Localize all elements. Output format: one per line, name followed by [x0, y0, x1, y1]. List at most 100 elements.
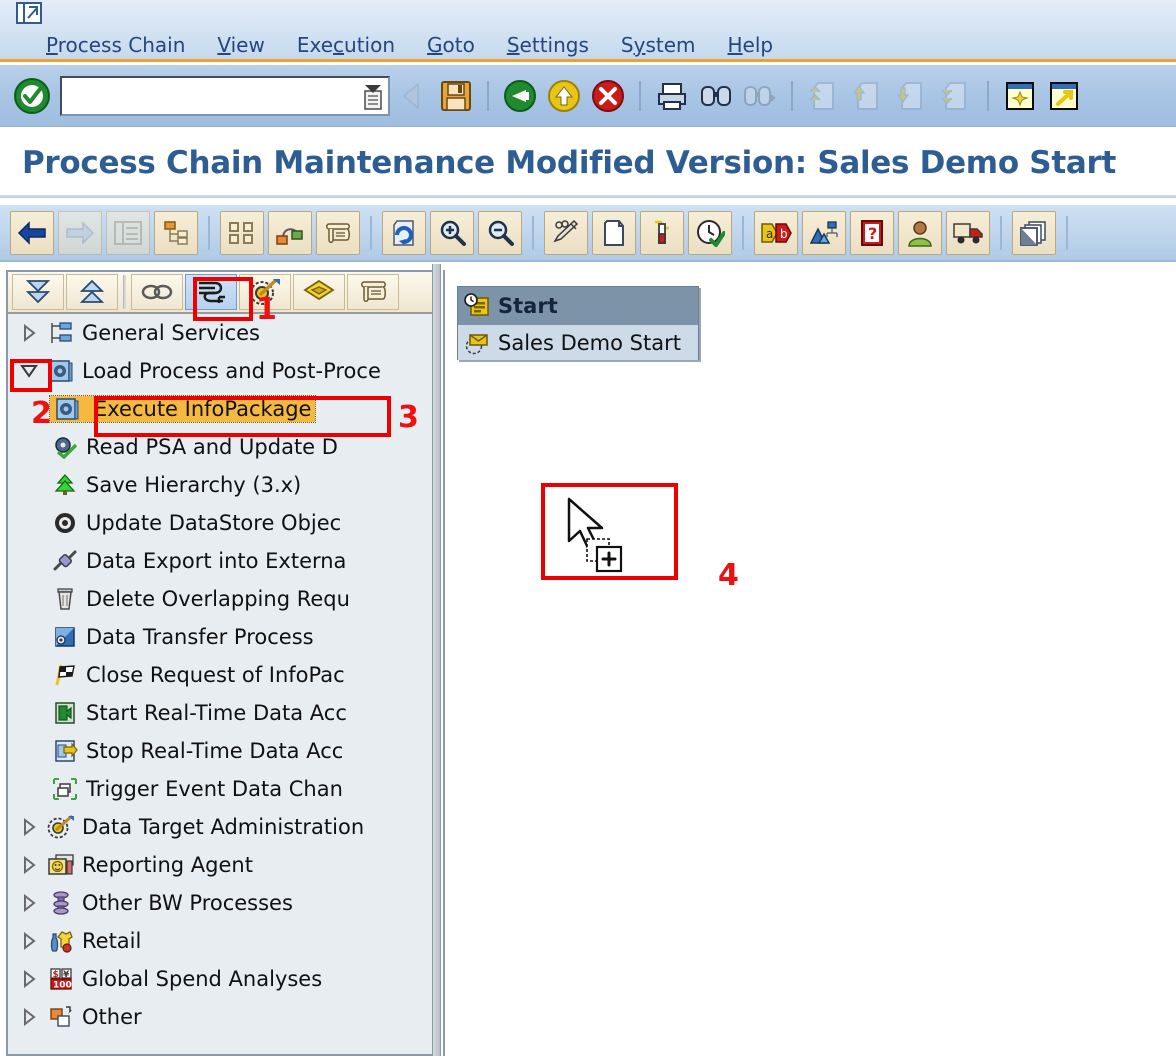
tree-item-global-spend-analyses[interactable]: $ ¥ 100 Global Spend Analyses	[8, 960, 432, 998]
cancel-red-icon[interactable]	[588, 76, 628, 116]
last-page-icon	[936, 76, 976, 116]
back-green-icon[interactable]	[500, 76, 540, 116]
tree-item-read-psa[interactable]: Read PSA and Update D	[8, 428, 432, 466]
tree-item-selection[interactable]: Execute InfoPackage	[48, 395, 317, 423]
svg-text:100: 100	[53, 981, 72, 991]
menu-execution[interactable]: Execution	[281, 32, 411, 58]
menu-view[interactable]: View	[201, 32, 280, 58]
app-planning-view-button[interactable]	[220, 210, 264, 255]
process-node-header[interactable]: Start	[458, 287, 698, 325]
tree-item-other-bw-processes[interactable]: Other BW Processes	[8, 884, 432, 922]
chevron-right-icon[interactable]	[12, 932, 46, 950]
tree-item-update-datastore[interactable]: Update DataStore Objec	[8, 504, 432, 542]
tree-item-general-services[interactable]: General Services	[8, 314, 432, 352]
command-history-icon[interactable]	[362, 83, 384, 111]
chevron-right-icon[interactable]	[12, 1008, 46, 1026]
menu-settings[interactable]: Settings	[491, 32, 605, 58]
save-icon[interactable]	[436, 76, 476, 116]
chevron-down-icon[interactable]	[12, 362, 46, 380]
app-transport-button[interactable]	[946, 210, 990, 255]
app-schedule-button[interactable]	[688, 210, 732, 255]
toolbar-separator	[1066, 215, 1068, 250]
app-user-button[interactable]	[898, 210, 942, 255]
tree-log-button[interactable]	[347, 274, 399, 310]
back-blue-arrow-icon	[17, 220, 47, 245]
transport-truck-icon	[952, 219, 984, 247]
tree-item-delete-overlapping[interactable]: Delete Overlapping Requ	[8, 580, 432, 618]
chevron-right-icon[interactable]	[12, 324, 46, 342]
app-documentation-button[interactable]: ?	[850, 210, 894, 255]
tree-item-data-transfer-process[interactable]: Data Transfer Process	[8, 618, 432, 656]
chevron-right-icon[interactable]	[12, 970, 46, 988]
print-icon[interactable]	[652, 76, 692, 116]
menu-help[interactable]: Help	[712, 32, 790, 58]
tree-process-types-button[interactable]	[185, 274, 237, 310]
tree-item-reporting-agent[interactable]: Reporting Agent	[8, 846, 432, 884]
checking-pen-icon	[551, 219, 581, 247]
tree-target-button[interactable]	[239, 274, 291, 310]
app-network-button[interactable]	[802, 210, 846, 255]
tree-item-load-process[interactable]: Load Process and Post-Proce	[8, 352, 432, 390]
create-shortcut-icon[interactable]	[1044, 76, 1084, 116]
menu-system[interactable]: System	[605, 32, 712, 58]
app-list-view-button	[106, 210, 150, 255]
enter-check-icon[interactable]	[12, 76, 52, 116]
app-back-button[interactable]	[10, 210, 54, 255]
network-display-icon	[809, 219, 839, 247]
tree-link-button[interactable]	[131, 274, 183, 310]
chevron-right-icon[interactable]	[12, 818, 46, 836]
title-divider	[0, 195, 1176, 198]
menu-goto[interactable]: Goto	[411, 32, 491, 58]
app-log-button[interactable]	[316, 210, 360, 255]
tree-item-label: Load Process and Post-Proce	[82, 359, 381, 383]
tree-item-retail[interactable]: Retail	[8, 922, 432, 960]
start-clock-icon	[464, 293, 490, 319]
chevron-right-icon[interactable]	[12, 856, 46, 874]
process-chain-canvas[interactable]: Start Sales Demo Start	[443, 270, 1176, 1056]
command-input[interactable]	[65, 78, 360, 113]
app-zoom-out-button[interactable]	[478, 210, 522, 255]
tree-item-data-export[interactable]: Data Export into Externa	[8, 542, 432, 580]
toolbar-separator	[1000, 215, 1002, 250]
tree-item-other[interactable]: Other	[8, 998, 432, 1036]
find-icon[interactable]	[696, 76, 736, 116]
app-tree-view-button[interactable]	[154, 210, 198, 255]
tree-item-save-hierarchy[interactable]: Save Hierarchy (3.x)	[8, 466, 432, 504]
app-refresh-button[interactable]	[382, 210, 426, 255]
command-field[interactable]	[60, 75, 390, 116]
tree-item-execute-infopackage[interactable]: Execute InfoPackage	[8, 390, 432, 428]
save-hierarchy-tree-icon	[50, 473, 80, 497]
toolbar-separator	[370, 215, 372, 250]
menu-process-chain[interactable]: Process Chain	[30, 32, 201, 58]
app-attributes-button[interactable]	[640, 210, 684, 255]
next-page-icon	[892, 76, 932, 116]
tree-item-data-target-administration[interactable]: Data Target Administration	[8, 808, 432, 846]
process-node-variant[interactable]: Sales Demo Start	[458, 325, 698, 360]
tree-panel-scrollbar[interactable]	[432, 264, 441, 1056]
collapse-all-icon	[76, 279, 108, 305]
work-area: General Services Load Process and Post-P…	[0, 264, 1176, 1058]
app-check-button[interactable]	[544, 210, 588, 255]
app-process-chain-button[interactable]	[268, 210, 312, 255]
tree-collapse-all-button[interactable]	[66, 274, 118, 310]
create-session-icon[interactable]	[1000, 76, 1040, 116]
tree-toolbar	[8, 272, 432, 314]
exit-yellow-icon[interactable]	[544, 76, 584, 116]
app-translate-button[interactable]: a b	[754, 210, 798, 255]
window-restore-icon[interactable]	[16, 2, 44, 26]
app-layers-button[interactable]	[1012, 210, 1056, 255]
tree-item-close-request[interactable]: Close Request of InfoPac	[8, 656, 432, 694]
process-node-start[interactable]: Start Sales Demo Start	[457, 286, 699, 360]
tree-items-list[interactable]: General Services Load Process and Post-P…	[8, 314, 432, 1054]
tree-item-label: Save Hierarchy (3.x)	[86, 473, 302, 497]
tree-package-button[interactable]	[293, 274, 345, 310]
tree-expand-all-button[interactable]	[12, 274, 64, 310]
app-new-button[interactable]	[592, 210, 636, 255]
tree-item-stop-rda[interactable]: Stop Real-Time Data Acc	[8, 732, 432, 770]
process-node-title: Start	[498, 294, 558, 318]
chevron-right-icon[interactable]	[12, 894, 46, 912]
tree-item-start-rda[interactable]: Start Real-Time Data Acc	[8, 694, 432, 732]
app-zoom-in-button[interactable]	[430, 210, 474, 255]
back-arrow-gray-icon	[392, 76, 432, 116]
tree-item-trigger-event[interactable]: Trigger Event Data Chan	[8, 770, 432, 808]
